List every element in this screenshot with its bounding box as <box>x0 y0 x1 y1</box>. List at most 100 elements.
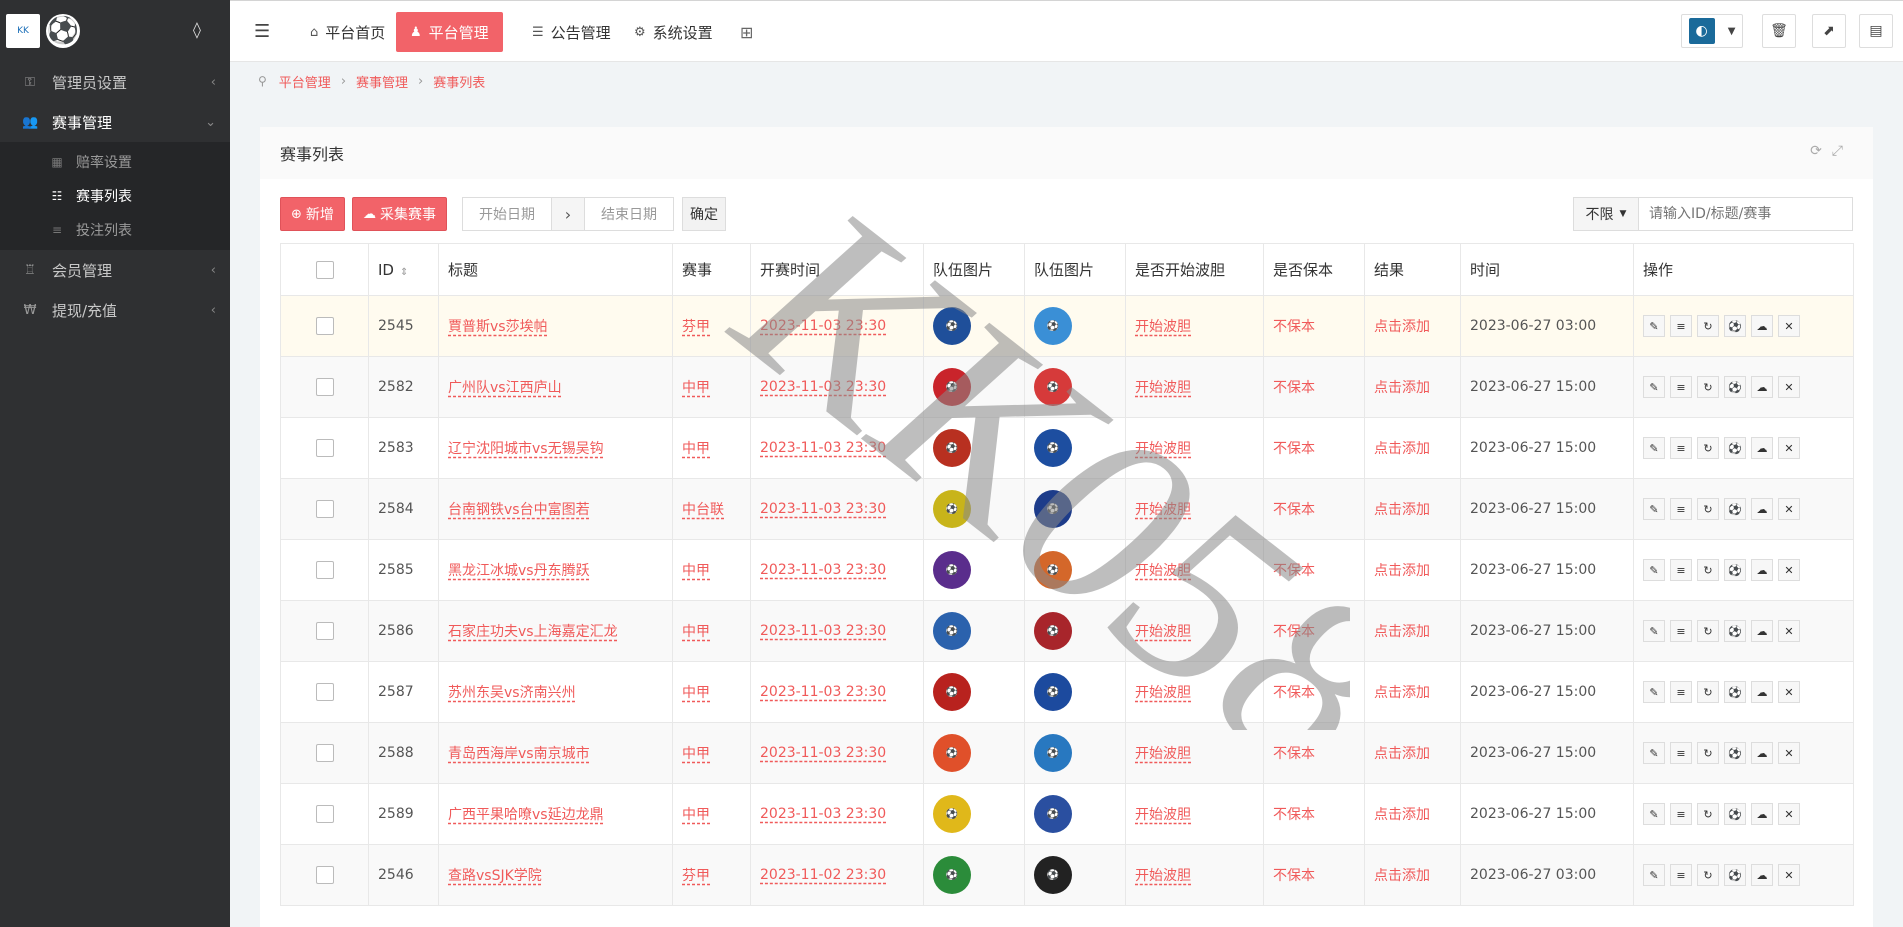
soccer-ball-button[interactable]: ⚽ <box>1724 498 1746 520</box>
row-baoben-text[interactable]: 不保本 <box>1273 868 1315 884</box>
list-button[interactable]: ≡ <box>1670 803 1692 825</box>
refresh-button[interactable]: ↻ <box>1697 437 1719 459</box>
row-start-time-link[interactable]: 2023-11-03 23:30 <box>760 501 886 517</box>
end-date-input[interactable]: 结束日期 <box>584 197 674 231</box>
row-bodan-link[interactable]: 开始波胆 <box>1135 380 1191 396</box>
breadcrumb-item[interactable]: 赛事管理 <box>356 72 408 91</box>
team-logo-home[interactable]: ⚽ <box>933 856 971 894</box>
row-league-link[interactable]: 中甲 <box>682 807 710 823</box>
soccer-ball-button[interactable]: ⚽ <box>1724 376 1746 398</box>
refresh-button[interactable]: ↻ <box>1697 498 1719 520</box>
cloud-upload-button[interactable]: ☁ <box>1751 742 1773 764</box>
refresh-button[interactable]: ↻ <box>1697 864 1719 886</box>
row-title-link[interactable]: 广西平果哈嘹vs延边龙鼎 <box>448 807 604 823</box>
grid-icon[interactable]: ⊞ <box>740 23 753 42</box>
close-button[interactable]: ✕ <box>1778 559 1800 581</box>
sidebar-subitem-match-list[interactable]: ☷ 赛事列表 <box>0 179 230 213</box>
theme-drop-icon[interactable]: ◊ <box>193 20 201 39</box>
refresh-button[interactable]: ↻ <box>1697 803 1719 825</box>
row-result-link[interactable]: 点击添加 <box>1374 868 1430 884</box>
select-all-checkbox[interactable] <box>315 260 334 279</box>
close-button[interactable]: ✕ <box>1778 315 1800 337</box>
refresh-button[interactable]: ↻ <box>1697 315 1719 337</box>
tab-announcements[interactable]: ☰ 公告管理 <box>518 12 625 52</box>
list-button[interactable]: ≡ <box>1670 864 1692 886</box>
team-logo-home[interactable]: ⚽ <box>933 307 971 345</box>
close-button[interactable]: ✕ <box>1778 681 1800 703</box>
close-button[interactable]: ✕ <box>1778 376 1800 398</box>
row-baoben-text[interactable]: 不保本 <box>1273 319 1315 335</box>
row-title-link[interactable]: 查路vsSJK学院 <box>448 868 542 884</box>
row-league-link[interactable]: 中甲 <box>682 380 710 396</box>
row-baoben-text[interactable]: 不保本 <box>1273 685 1315 701</box>
refresh-button[interactable]: ↻ <box>1697 620 1719 642</box>
row-baoben-text[interactable]: 不保本 <box>1273 624 1315 640</box>
list-button[interactable]: ≡ <box>1670 376 1692 398</box>
row-checkbox[interactable] <box>315 561 334 579</box>
tab-platform-manage[interactable]: ♟ 平台管理 <box>396 12 503 52</box>
row-checkbox[interactable] <box>315 378 334 396</box>
filter-dropdown[interactable]: 不限 ▼ <box>1573 197 1639 231</box>
sidebar-toggle-button[interactable]: ▤ <box>1859 14 1893 48</box>
breadcrumb-item[interactable]: 赛事列表 <box>433 72 485 91</box>
col-header-id[interactable]: ID ⇕ <box>368 243 439 296</box>
cloud-upload-button[interactable]: ☁ <box>1751 437 1773 459</box>
close-button[interactable]: ✕ <box>1778 742 1800 764</box>
row-bodan-link[interactable]: 开始波胆 <box>1135 441 1191 457</box>
row-checkbox[interactable] <box>315 317 334 335</box>
row-bodan-link[interactable]: 开始波胆 <box>1135 685 1191 701</box>
row-result-link[interactable]: 点击添加 <box>1374 624 1430 640</box>
row-title-link[interactable]: 广州队vs江西庐山 <box>448 380 562 396</box>
row-result-link[interactable]: 点击添加 <box>1374 441 1430 457</box>
team-logo-home[interactable]: ⚽ <box>933 734 971 772</box>
row-result-link[interactable]: 点击添加 <box>1374 563 1430 579</box>
tab-home[interactable]: ⌂ 平台首页 <box>296 12 399 52</box>
row-bodan-link[interactable]: 开始波胆 <box>1135 807 1191 823</box>
refresh-button[interactable]: ↻ <box>1697 559 1719 581</box>
row-result-link[interactable]: 点击添加 <box>1374 746 1430 762</box>
row-start-time-link[interactable]: 2023-11-03 23:30 <box>760 379 886 395</box>
sidebar-subitem-bets[interactable]: ≡ 投注列表 <box>0 213 230 247</box>
team-logo-away[interactable]: ⚽ <box>1034 734 1072 772</box>
edit-button[interactable]: ✎ <box>1643 803 1665 825</box>
cloud-upload-button[interactable]: ☁ <box>1751 681 1773 703</box>
row-title-link[interactable]: 青岛西海岸vs南京城市 <box>448 746 590 762</box>
team-logo-home[interactable]: ⚽ <box>933 612 971 650</box>
team-logo-away[interactable]: ⚽ <box>1034 307 1072 345</box>
team-logo-away[interactable]: ⚽ <box>1034 368 1072 406</box>
list-button[interactable]: ≡ <box>1670 620 1692 642</box>
row-checkbox[interactable] <box>315 805 334 823</box>
row-title-link[interactable]: 苏州东吴vs济南兴州 <box>448 685 576 701</box>
team-logo-away[interactable]: ⚽ <box>1034 429 1072 467</box>
row-bodan-link[interactable]: 开始波胆 <box>1135 319 1191 335</box>
list-button[interactable]: ≡ <box>1670 437 1692 459</box>
row-start-time-link[interactable]: 2023-11-03 23:30 <box>760 623 886 639</box>
close-button[interactable]: ✕ <box>1778 864 1800 886</box>
refresh-button[interactable]: ↻ <box>1697 742 1719 764</box>
row-bodan-link[interactable]: 开始波胆 <box>1135 624 1191 640</box>
row-title-link[interactable]: 黑龙江冰城vs丹东腾跃 <box>448 563 590 579</box>
refresh-button[interactable]: ↻ <box>1697 681 1719 703</box>
row-title-link[interactable]: 賈普斯vs莎埃帕 <box>448 319 548 335</box>
row-baoben-text[interactable]: 不保本 <box>1273 441 1315 457</box>
fullscreen-button[interactable]: ⬈ <box>1812 14 1846 48</box>
sidebar-item-members[interactable]: ♖ 会员管理 ‹ <box>0 250 230 290</box>
close-button[interactable]: ✕ <box>1778 437 1800 459</box>
row-start-time-link[interactable]: 2023-11-03 23:30 <box>760 440 886 456</box>
soccer-ball-button[interactable]: ⚽ <box>1724 559 1746 581</box>
row-start-time-link[interactable]: 2023-11-03 23:30 <box>760 684 886 700</box>
edit-button[interactable]: ✎ <box>1643 620 1665 642</box>
row-bodan-link[interactable]: 开始波胆 <box>1135 563 1191 579</box>
row-league-link[interactable]: 中甲 <box>682 685 710 701</box>
sidebar-item-admin[interactable]: ⚿ 管理员设置 ‹ <box>0 62 230 102</box>
row-title-link[interactable]: 石家庄功夫vs上海嘉定汇龙 <box>448 624 618 640</box>
cloud-upload-button[interactable]: ☁ <box>1751 620 1773 642</box>
menu-toggle-icon[interactable]: ☰ <box>254 21 270 42</box>
user-avatar-dropdown[interactable]: ◐ ▼ <box>1681 14 1743 48</box>
collect-matches-button[interactable]: ☁ 采集赛事 <box>352 197 447 231</box>
soccer-ball-button[interactable]: ⚽ <box>1724 742 1746 764</box>
edit-button[interactable]: ✎ <box>1643 315 1665 337</box>
row-start-time-link[interactable]: 2023-11-03 23:30 <box>760 318 886 334</box>
expand-icon[interactable]: ⤢ <box>1832 143 1853 159</box>
sidebar-subitem-odds[interactable]: ▦ 赔率设置 <box>0 145 230 179</box>
